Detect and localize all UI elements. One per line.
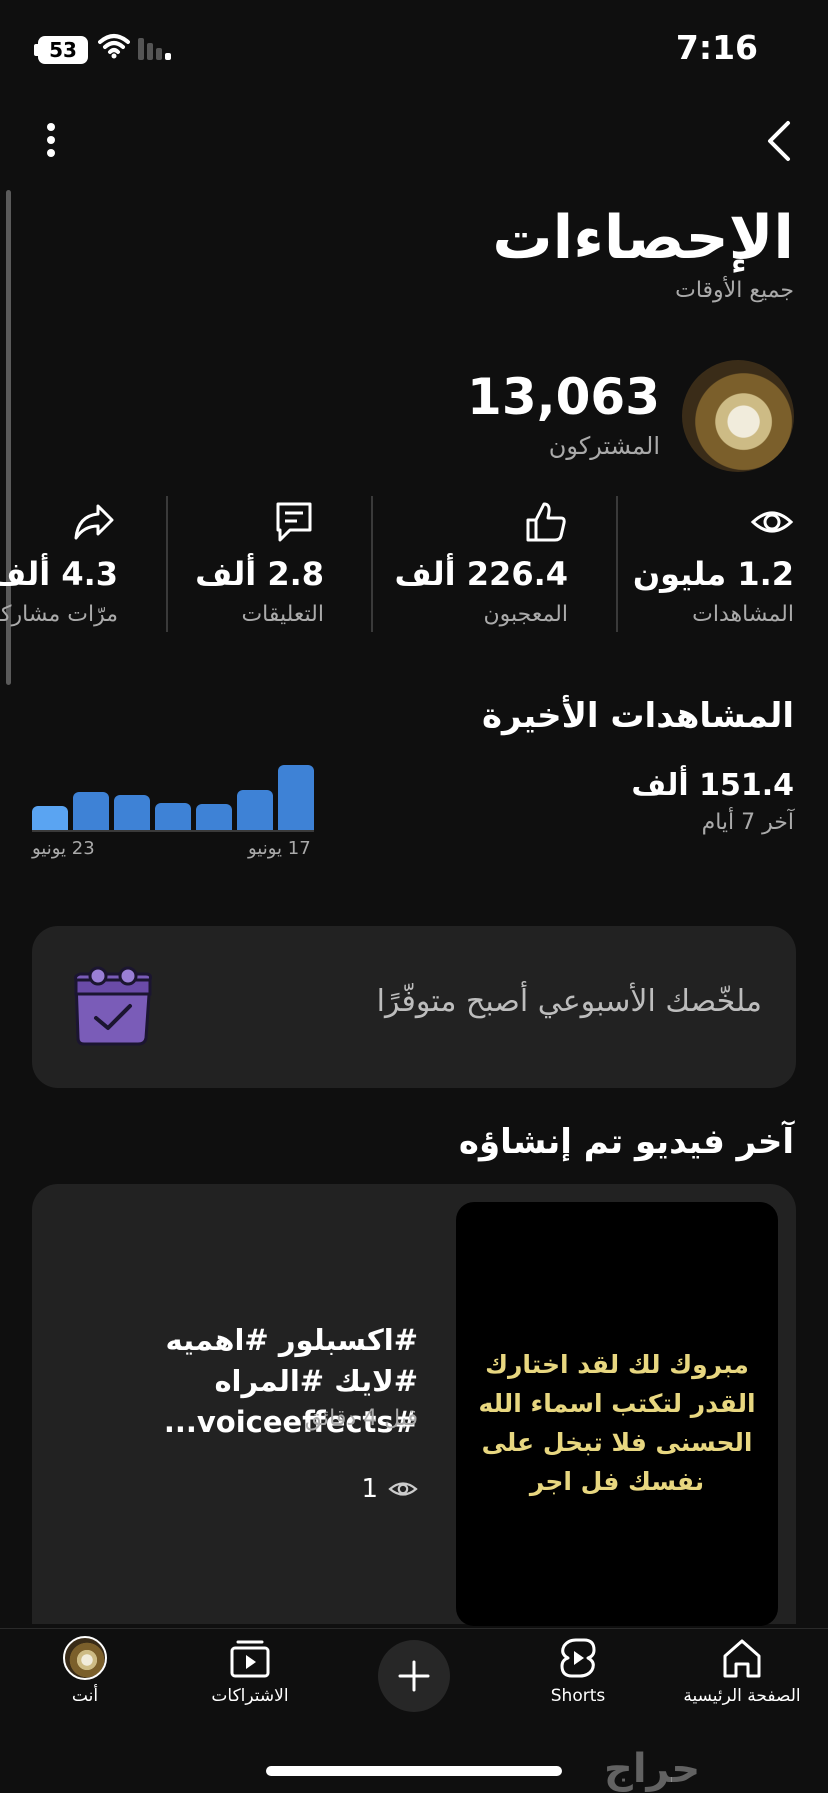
page-title: الإحصاءات [492,203,794,273]
nav-subscriptions-label: الاشتراكات [211,1686,289,1706]
stat-views-label: المشاهدات [692,602,794,627]
video-views-count: 1 [361,1474,378,1504]
weekly-summary-text: ملخّصك الأسبوعي أصبح متوفّرًا [376,984,762,1019]
chart-baseline [32,830,314,832]
stat-shares[interactable] [72,500,116,548]
chart-start-label: 17 يونيو [248,838,311,859]
stat-divider [166,496,168,632]
back-arrow-icon[interactable] [766,120,792,162]
chart-bar [196,804,232,830]
stat-comments-value: 2.8 ألف [195,555,324,593]
page-subtitle: جميع الأوقات [675,278,794,303]
home-icon [723,1639,761,1678]
stat-views-value: 1.2 مليون [632,555,794,593]
chart-end-label: 23 يونيو [32,838,95,859]
plus-icon [398,1660,430,1692]
chart-bar [73,791,109,830]
wifi-icon [98,34,130,59]
stat-likes[interactable] [524,500,568,548]
share-icon [74,504,114,540]
nav-shorts-label: Shorts [550,1686,606,1706]
home-indicator [266,1766,562,1776]
subscriptions-icon [230,1640,270,1678]
recent-views-chart[interactable] [32,760,314,832]
stat-divider [616,496,618,632]
nav-home-label: الصفحة الرئيسية [683,1686,801,1706]
stat-comments[interactable] [272,500,316,548]
stat-shares-value: 4.3 ألف [0,555,118,593]
cellular-signal-icon [138,38,171,60]
subscribers-count: 13,063 [467,368,660,426]
stat-likes-label: المعجبون [483,602,568,627]
nav-you[interactable]: أنت [5,1636,165,1706]
nav-subscriptions[interactable]: الاشتراكات [170,1636,330,1706]
latest-video-title: آخر فيديو تم إنشاؤه [458,1122,794,1162]
chart-bar [155,803,191,830]
avatar [63,1636,107,1680]
thumbnail-text: مبروك لك لقد اختارك القدر لتكتب اسماء ال… [478,1350,756,1496]
eye-icon [750,511,794,533]
chart-bar [114,795,150,830]
watermark-logo: حراج [604,1746,701,1792]
shorts-icon [560,1638,596,1678]
video-time-ago: قبل 4 دقائق [304,1406,418,1431]
weekly-summary-card[interactable]: ملخّصك الأسبوعي أصبح متوفّرًا [32,926,796,1088]
stat-views[interactable] [750,500,794,544]
more-options-icon[interactable] [44,122,58,158]
create-button[interactable] [378,1640,450,1712]
thumbs-up-icon [526,502,566,542]
chart-bar [278,764,314,830]
latest-video-card[interactable]: مبروك لك لقد اختارك القدر لتكتب اسماء ال… [32,1184,796,1626]
subscribers-label: المشتركون [548,432,660,460]
recent-views-period: آخر 7 أيام [701,810,794,835]
chart-bar [32,805,68,830]
stat-comments-label: التعليقات [241,602,324,627]
recent-views-title: المشاهدات الأخيرة [481,696,794,736]
nav-home[interactable]: الصفحة الرئيسية [662,1636,822,1706]
video-thumbnail[interactable]: مبروك لك لقد اختارك القدر لتكتب اسماء ال… [456,1202,778,1626]
calendar-check-icon [74,966,152,1046]
eye-icon [388,1482,418,1496]
video-views: 1 [361,1474,418,1504]
nav-you-label: أنت [71,1686,99,1706]
channel-avatar [682,360,794,472]
stat-likes-value: 226.4 ألف [394,555,568,593]
chart-bar [237,790,273,830]
status-time: 7:16 [675,28,758,67]
comment-icon [276,502,312,542]
recent-views-value: 151.4 ألف [631,768,794,803]
nav-shorts[interactable]: Shorts [498,1636,658,1706]
stat-shares-label: مرّات مشاركة [0,602,118,627]
stat-divider [371,496,373,632]
battery-indicator: 53 [38,36,88,64]
